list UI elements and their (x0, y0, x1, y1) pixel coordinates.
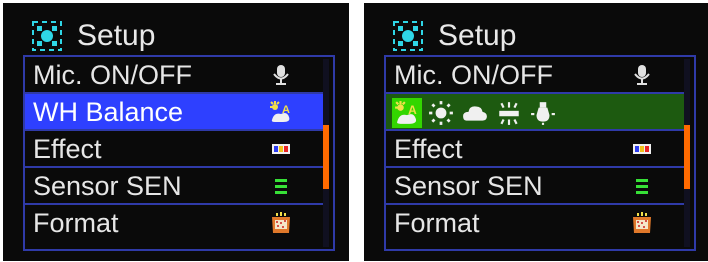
incandescent-icon (531, 101, 555, 125)
menu-item-effect[interactable]: Effect (386, 131, 686, 168)
menu-item-label: Format (33, 208, 119, 238)
page-title: Setup (438, 19, 517, 52)
setup-icon (32, 21, 62, 51)
title-row: Setup (392, 18, 516, 54)
menu-item-mic[interactable]: Mic. ON/OFF (25, 57, 325, 94)
svg-text:A: A (408, 103, 417, 117)
setup-icon (393, 21, 423, 51)
wb-option-cloudy[interactable] (460, 98, 490, 128)
menu-item-label: Effect (33, 134, 102, 164)
microphone-icon (634, 65, 650, 85)
menu-item-label: Format (394, 208, 480, 238)
color-effect-icon (633, 144, 651, 154)
menu-item-label: Effect (394, 134, 463, 164)
menu-item-label: Mic. ON/OFF (33, 60, 192, 90)
white-balance-options: A (392, 96, 562, 129)
menu-item-label: Sensor SEN (394, 171, 543, 201)
cloudy-icon (463, 105, 487, 121)
svg-text:A: A (282, 104, 290, 116)
wb-option-auto[interactable]: A (392, 97, 422, 128)
wb-option-fluorescent[interactable] (494, 98, 524, 128)
menu-item-label: Sensor SEN (33, 171, 182, 201)
microphone-icon (273, 65, 289, 85)
menu-item-format[interactable]: Format (25, 205, 325, 242)
format-card-icon (272, 212, 290, 233)
scrollbar[interactable] (323, 59, 329, 247)
camera-screen-right: Setup Mic. ON/OFF A Effect Sensor SEN Fo… (364, 3, 708, 261)
menu-item-label: Mic. ON/OFF (394, 60, 553, 90)
white-balance-option-row: A (386, 94, 686, 131)
menu-item-sensor-sen[interactable]: Sensor SEN (386, 168, 686, 205)
scroll-thumb[interactable] (684, 125, 690, 189)
wb-option-incandescent[interactable] (528, 98, 558, 128)
menu-item-effect[interactable]: Effect (25, 131, 325, 168)
sunny-icon (429, 100, 453, 125)
auto-white-balance-icon: A (395, 100, 417, 124)
setup-menu: Mic. ON/OFF WH Balance A Effect Sensor S… (23, 55, 335, 251)
scrollbar[interactable] (684, 59, 690, 247)
fluorescent-icon (499, 101, 519, 125)
camera-screen-left: Setup Mic. ON/OFF WH Balance A Effect Se… (3, 3, 349, 261)
sensor-sensitivity-icon (636, 179, 648, 194)
sensor-sensitivity-icon (275, 179, 287, 194)
menu-item-mic[interactable]: Mic. ON/OFF (386, 57, 686, 94)
menu-item-format[interactable]: Format (386, 205, 686, 242)
setup-menu: Mic. ON/OFF A Effect Sensor SEN Format (384, 55, 696, 251)
menu-item-label: WH Balance (33, 97, 184, 127)
auto-white-balance-icon: A (270, 101, 290, 122)
scroll-thumb[interactable] (323, 125, 329, 189)
page-title: Setup (77, 19, 156, 52)
menu-item-sensor-sen[interactable]: Sensor SEN (25, 168, 325, 205)
color-effect-icon (272, 144, 290, 154)
title-row: Setup (31, 18, 155, 54)
menu-item-wh-balance[interactable]: WH Balance A (25, 94, 325, 131)
format-card-icon (633, 212, 651, 233)
wb-option-sunny[interactable] (426, 98, 456, 128)
